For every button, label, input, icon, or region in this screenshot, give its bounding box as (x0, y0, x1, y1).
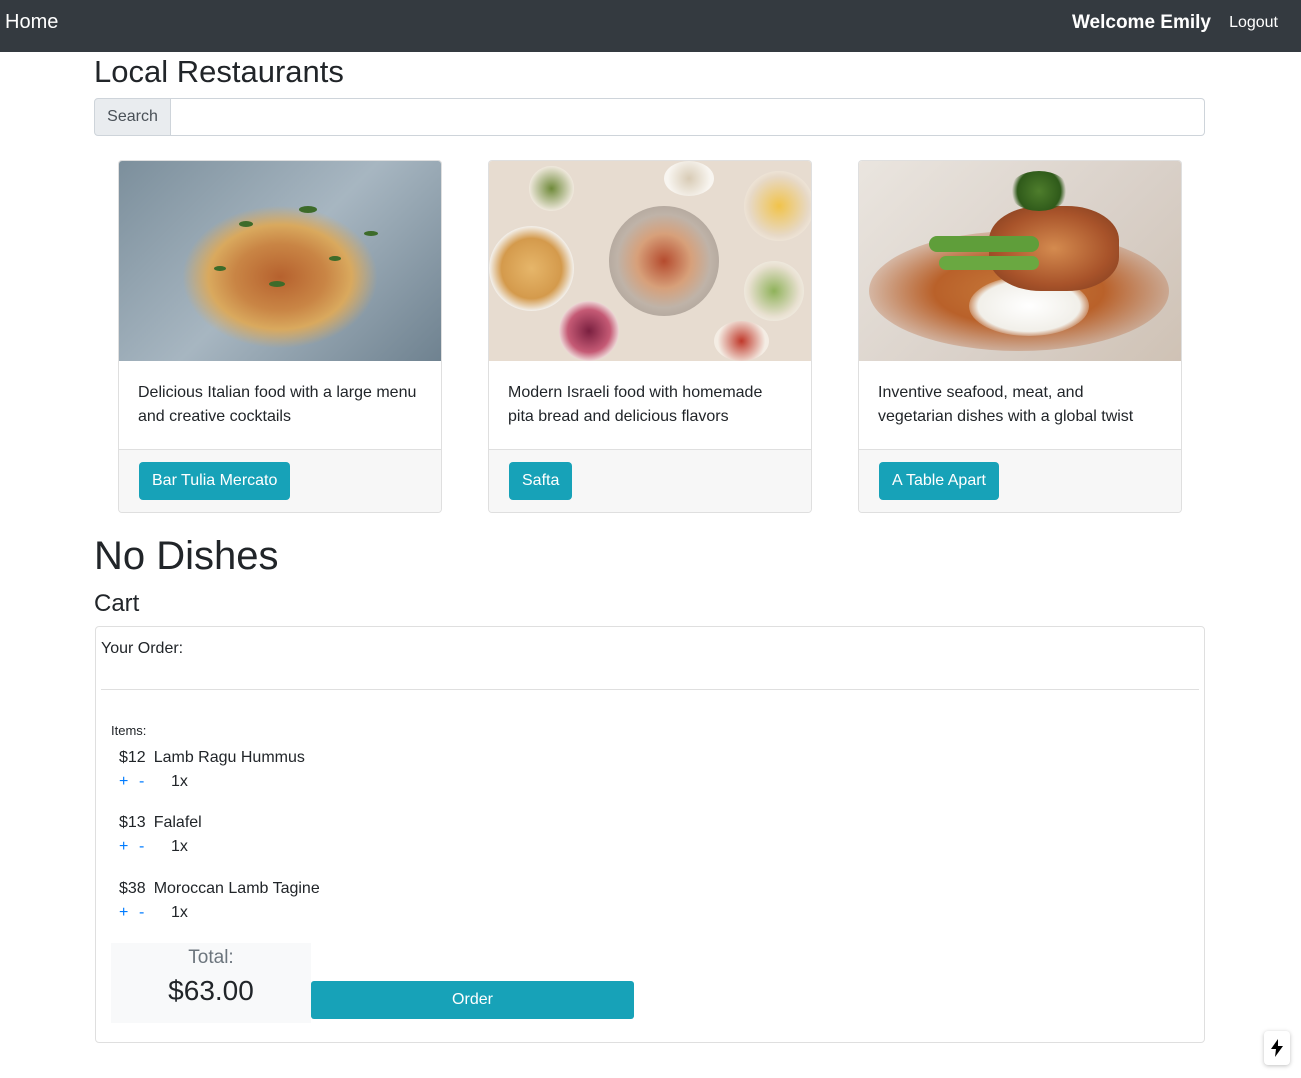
restaurant-description: Inventive seafood, meat, and vegetarian … (859, 361, 1181, 450)
restaurant-button[interactable]: Bar Tulia Mercato (139, 462, 291, 500)
mezze-spread-image (489, 161, 811, 361)
restaurant-description: Modern Israeli food with homemade pita b… (489, 361, 811, 450)
decrease-quantity-button[interactable]: - (139, 904, 159, 922)
card-footer: Bar Tulia Mercato (119, 450, 441, 512)
welcome-text: Welcome Emily (1071, 12, 1211, 33)
search-label: Search (94, 98, 171, 136)
logout-link[interactable]: Logout (1229, 14, 1278, 32)
top-navbar: Home Welcome Emily Logout (0, 0, 1301, 52)
decrease-quantity-button[interactable]: - (139, 773, 159, 791)
seafood-plate-image (859, 161, 1181, 361)
restaurant-card: Delicious Italian food with a large menu… (118, 160, 442, 513)
cart-title: Cart (94, 590, 140, 617)
cart-item: $12 Lamb Ragu Hummus + -1x (119, 749, 519, 799)
cart-item: $38 Moroccan Lamb Tagine + -1x (119, 880, 519, 930)
cart-item: $13 Falafel + -1x (119, 814, 519, 864)
item-quantity: 1x (171, 838, 188, 855)
home-link[interactable]: Home (5, 11, 58, 34)
item-quantity: 1x (171, 773, 188, 790)
total-value: $63.00 (168, 975, 254, 1006)
dishes-heading: No Dishes (94, 534, 279, 578)
items-label: Items: (111, 723, 147, 738)
item-quantity: 1x (171, 904, 188, 921)
increase-quantity-button[interactable]: + (119, 773, 139, 791)
cart-panel: Your Order: Items: $12 Lamb Ragu Hummus +… (95, 626, 1205, 1043)
item-name: Lamb Ragu Hummus (153, 749, 305, 766)
search-input[interactable] (171, 98, 1205, 136)
restaurant-button[interactable]: Safta (509, 462, 573, 500)
card-footer: A Table Apart (859, 450, 1181, 512)
increase-quantity-button[interactable]: + (119, 904, 139, 922)
decrease-quantity-button[interactable]: - (139, 838, 159, 856)
page-title: Local Restaurants (94, 54, 344, 89)
restaurant-card: Inventive seafood, meat, and vegetarian … (858, 160, 1182, 513)
item-price: $12 (119, 749, 146, 766)
search-group: Search (94, 98, 1205, 136)
restaurant-button[interactable]: A Table Apart (879, 462, 999, 500)
restaurant-card: Modern Israeli food with homemade pita b… (488, 160, 812, 513)
increase-quantity-button[interactable]: + (119, 838, 139, 856)
item-name: Moroccan Lamb Tagine (153, 880, 320, 897)
restaurant-description: Delicious Italian food with a large menu… (119, 361, 441, 450)
total-box: Total: $63.00 (111, 943, 311, 1023)
item-price: $13 (119, 814, 146, 831)
cart-header: Your Order: (101, 640, 184, 657)
total-label: Total: (188, 947, 234, 968)
card-footer: Safta (489, 450, 811, 512)
pasta-dish-image (119, 161, 441, 361)
item-name: Falafel (153, 814, 202, 831)
order-button[interactable]: Order (311, 981, 634, 1019)
item-price: $38 (119, 880, 146, 897)
lightning-bolt-icon[interactable] (1264, 1031, 1290, 1065)
divider (101, 689, 1199, 690)
